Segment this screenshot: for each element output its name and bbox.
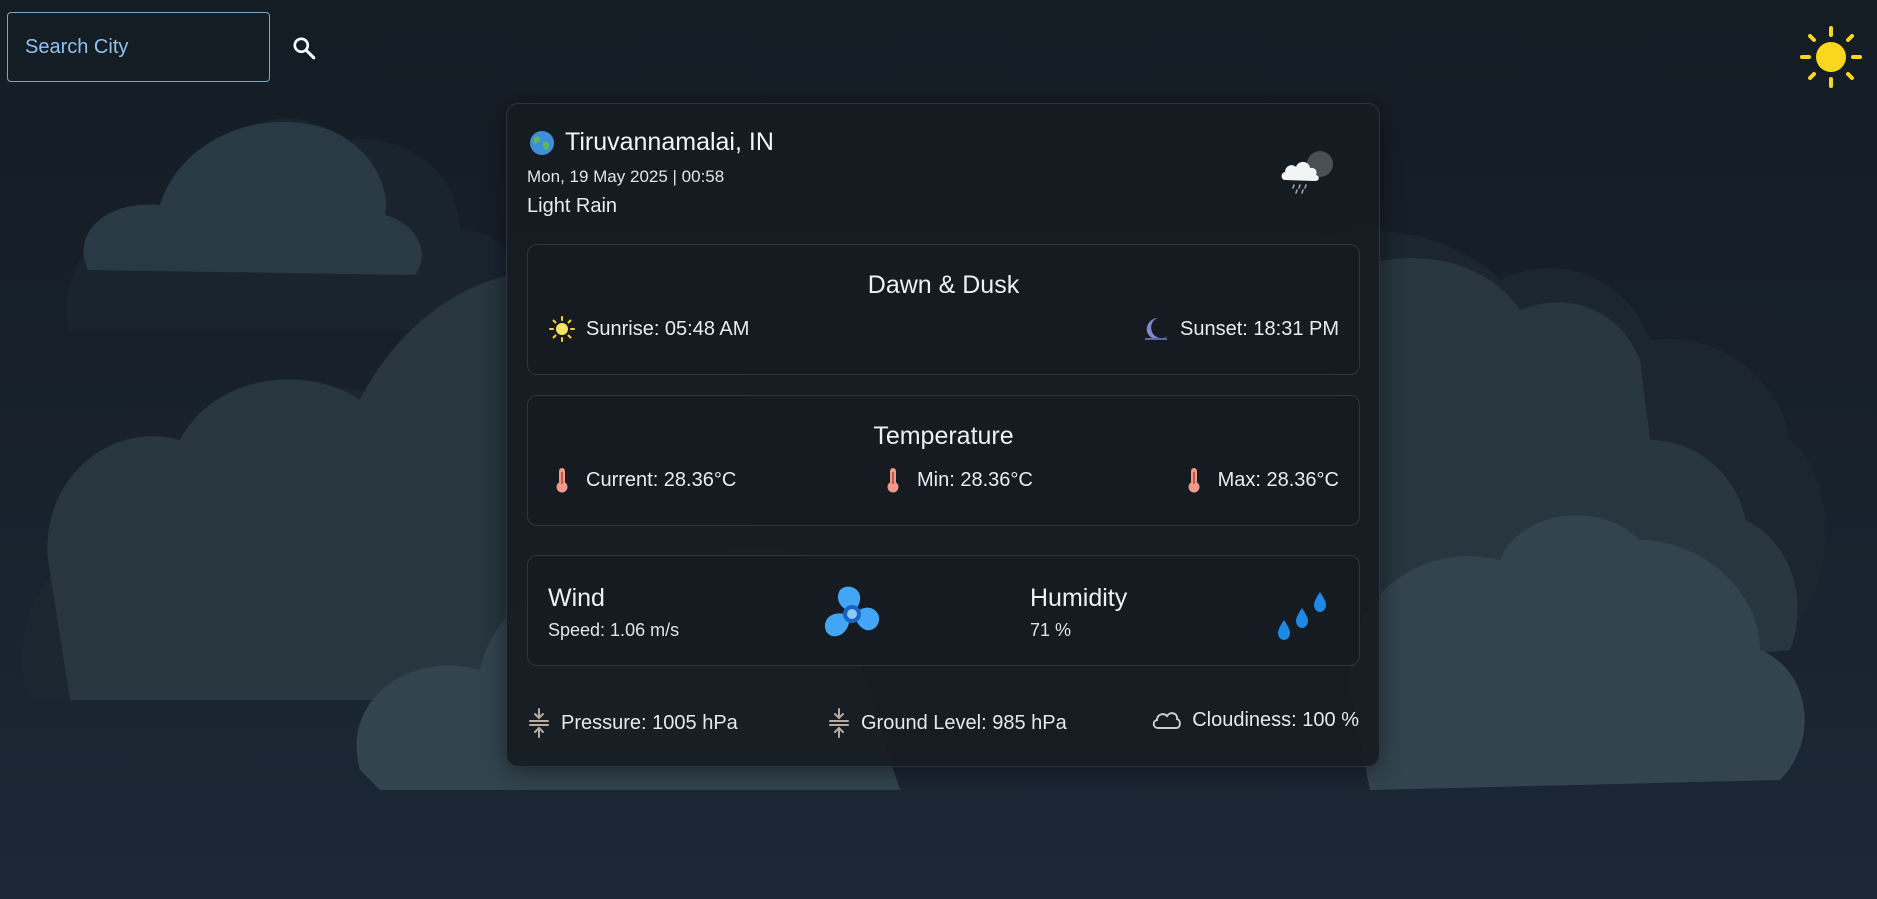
search-field[interactable] <box>7 12 270 82</box>
wind-label: Wind <box>548 584 605 612</box>
thermometer-icon <box>887 468 899 493</box>
location-row: Tiruvannamalai, IN <box>529 128 774 157</box>
sunrise-text: Sunrise: 05:48 AM <box>586 317 750 340</box>
ground-level-text: Ground Level: 985 hPa <box>861 711 1067 734</box>
dawn-dusk-panel: Dawn & Dusk Sunrise: 05:48 AM Sunset: 18… <box>527 244 1360 375</box>
search-icon <box>293 37 316 60</box>
thermometer-icon <box>556 468 568 493</box>
droplets-icon <box>1278 592 1326 640</box>
compress-icon <box>529 708 549 738</box>
current-temp-item: Current: 28.36°C <box>548 466 736 494</box>
location-name: Tiruvannamalai, IN <box>565 128 774 156</box>
sunset-text: Sunset: 18:31 PM <box>1180 317 1339 340</box>
globe-icon <box>530 130 554 155</box>
max-temp-text: Max: 28.36°C <box>1217 468 1339 491</box>
weather-card: Tiruvannamalai, IN Mon, 19 May 2025 | 00… <box>506 103 1380 767</box>
temperature-title: Temperature <box>873 422 1014 450</box>
sunset-item: Sunset: 18:31 PM <box>1142 315 1339 343</box>
min-temp-item: Min: 28.36°C <box>879 466 1033 494</box>
dawn-dusk-title: Dawn & Dusk <box>867 271 1020 299</box>
sunrise-item: Sunrise: 05:48 AM <box>548 315 749 343</box>
wind-humidity-panel: Wind Speed: 1.06 m/s Humidity 71 % <box>527 555 1360 666</box>
max-temp-item: Max: 28.36°C <box>1180 466 1339 494</box>
weather-condition: Light Rain <box>527 195 618 217</box>
thermometer-icon <box>1188 468 1200 493</box>
pressure-text: Pressure: 1005 hPa <box>561 711 738 734</box>
min-temp-text: Min: 28.36°C <box>917 468 1033 491</box>
cloudiness-text: Cloudiness: 100 % <box>1192 708 1359 731</box>
ground-level-item: Ground Level: 985 hPa <box>827 708 1067 738</box>
date-time: Mon, 19 May 2025 | 00:58 <box>527 167 725 186</box>
cloudiness-item: Cloudiness: 100 % <box>1150 708 1359 732</box>
search-input[interactable] <box>25 35 255 59</box>
wind-speed: Speed: 1.06 m/s <box>548 620 680 640</box>
compress-icon <box>829 708 849 738</box>
sun-icon <box>1800 26 1862 88</box>
sun-icon <box>549 316 575 342</box>
pressure-item: Pressure: 1005 hPa <box>527 708 738 738</box>
humidity-label: Humidity <box>1030 584 1128 612</box>
cloud-outline-icon <box>1152 712 1182 729</box>
theme-toggle-button[interactable] <box>1800 26 1862 88</box>
fan-icon <box>824 586 880 637</box>
cloud-rain-night-icon <box>1281 151 1333 194</box>
search-button[interactable] <box>286 30 322 66</box>
current-temp-text: Current: 28.36°C <box>586 468 737 491</box>
moon-icon <box>1145 318 1169 340</box>
temperature-panel: Temperature Current: 28.36°C Min: 28.36°… <box>527 395 1360 526</box>
humidity-value: 71 % <box>1030 620 1072 640</box>
